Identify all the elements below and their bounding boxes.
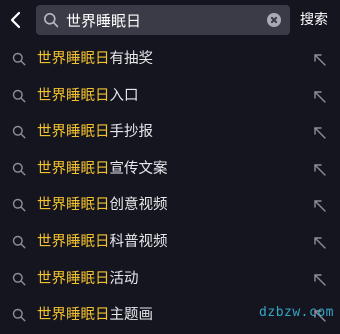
suggestion-highlight: 世界睡眠日 xyxy=(37,307,110,324)
suggestion-item[interactable]: 世界睡眠日创意视频 xyxy=(0,187,340,224)
suggestion-rest: 活动 xyxy=(109,270,139,287)
fill-query-arrow-icon[interactable] xyxy=(313,236,327,250)
search-icon xyxy=(12,162,26,176)
fill-query-arrow-icon[interactable] xyxy=(313,90,327,104)
suggestion-item[interactable]: 世界睡眠日宣传文案 xyxy=(0,151,340,188)
fill-query-arrow-icon[interactable] xyxy=(313,199,327,213)
watermark: dzbzw.com xyxy=(259,305,334,320)
suggestion-text: 世界睡眠日活动 xyxy=(37,270,139,288)
search-icon xyxy=(12,199,26,212)
search-icon xyxy=(12,272,26,286)
suggestion-text: 世界睡眠日有抽奖 xyxy=(37,50,153,68)
back-button[interactable] xyxy=(6,8,26,32)
search-icon xyxy=(12,89,26,103)
suggestion-list: 世界睡眠日有抽奖 世界睡眠日入口 世界睡眠日手抄报 世界睡眠日宣传文案 世界睡眠日创意视… xyxy=(0,41,340,334)
suggestion-highlight: 世界睡眠日 xyxy=(37,51,110,67)
suggestion-text: 世界睡眠日宣传文案 xyxy=(37,160,168,178)
suggestion-rest: 创意视频 xyxy=(109,197,168,214)
search-icon xyxy=(12,52,26,66)
suggestion-item[interactable]: 世界睡眠日科普视频 xyxy=(0,224,340,261)
search-input[interactable] xyxy=(66,8,266,32)
search-box[interactable] xyxy=(36,5,290,35)
suggestion-rest: 有抽奖 xyxy=(109,51,154,67)
suggestion-highlight: 世界睡眠日 xyxy=(37,160,110,177)
fill-query-arrow-icon[interactable] xyxy=(313,126,327,140)
suggestion-highlight: 世界睡眠日 xyxy=(37,124,110,141)
search-icon xyxy=(44,13,59,28)
fill-query-arrow-icon[interactable] xyxy=(313,273,327,287)
suggestion-rest: 主题画 xyxy=(109,307,154,324)
suggestion-text: 世界睡眠日主题画 xyxy=(37,306,153,324)
suggestion-highlight: 世界睡眠日 xyxy=(37,233,110,250)
fill-query-arrow-icon[interactable] xyxy=(313,53,327,67)
suggestion-highlight: 世界睡眠日 xyxy=(37,87,110,104)
search-button[interactable]: 搜索 xyxy=(300,11,328,29)
chevron-left-icon xyxy=(10,11,21,29)
search-icon xyxy=(12,235,26,249)
fill-query-arrow-icon[interactable] xyxy=(313,163,327,177)
search-icon xyxy=(12,308,26,322)
suggestion-item[interactable]: 世界睡眠日有抽奖 xyxy=(0,41,340,78)
suggestion-rest: 科普视频 xyxy=(109,233,168,250)
suggestion-item[interactable]: 世界睡眠日手抄报 xyxy=(0,114,340,151)
suggestion-text: 世界睡眠日创意视频 xyxy=(37,196,168,214)
clear-icon[interactable] xyxy=(267,13,281,27)
suggestion-text: 世界睡眠日科普视频 xyxy=(37,233,168,251)
top-bar: 搜索 xyxy=(0,0,340,40)
suggestion-rest: 入口 xyxy=(109,87,139,104)
suggestion-item[interactable]: 世界睡眠日入口 xyxy=(0,78,340,115)
suggestion-text: 世界睡眠日手抄报 xyxy=(37,123,153,141)
suggestion-item[interactable]: 世界睡眠日活动 xyxy=(0,261,340,298)
suggestion-rest: 宣传文案 xyxy=(109,160,168,177)
suggestion-highlight: 世界睡眠日 xyxy=(37,270,110,287)
search-icon xyxy=(12,125,26,139)
suggestion-text: 世界睡眠日入口 xyxy=(37,87,139,105)
suggestion-highlight: 世界睡眠日 xyxy=(37,197,110,214)
suggestion-rest: 手抄报 xyxy=(109,124,154,141)
